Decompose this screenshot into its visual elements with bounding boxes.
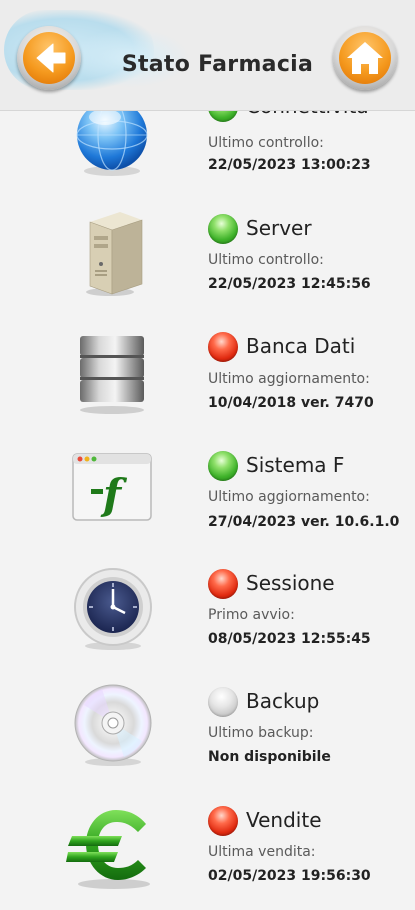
item-value: Non disponibile [208, 749, 331, 765]
item-name: Server [246, 216, 312, 240]
home-icon [347, 42, 383, 74]
status-light [208, 569, 238, 599]
list-item-backup: Backup Ultimo backup: Non disponibile [0, 673, 415, 791]
database-icon [74, 330, 164, 420]
item-label: Ultimo controllo: [208, 252, 324, 268]
item-label: Ultima vendita: [208, 844, 316, 860]
item-value: 02/05/2023 19:56:30 [208, 868, 371, 884]
item-name: Sessione [246, 571, 335, 595]
item-label: Ultimo controllo: [208, 135, 324, 151]
item-value: 27/04/2023 ver. 10.6.1.0 [208, 514, 400, 530]
cd-icon [72, 683, 162, 773]
clock-icon [72, 567, 162, 657]
item-value: 22/05/2023 13:00:23 [208, 157, 371, 173]
item-label: Ultimo aggiornamento: [208, 489, 370, 505]
item-label: Primo avvio: [208, 607, 295, 623]
status-light [208, 806, 238, 836]
app-window-icon: f [70, 451, 160, 541]
list-item-sistema-f: f Sistema F Ultimo aggiornamento: 27/04/… [0, 437, 415, 555]
euro-icon [66, 802, 156, 892]
status-light [208, 214, 238, 244]
home-button[interactable] [333, 26, 397, 90]
status-list: Connettività Ultimo controllo: 22/05/202… [0, 0, 415, 900]
status-light [208, 451, 238, 481]
item-name: Sistema F [246, 453, 345, 477]
item-value: 10/04/2018 ver. 7470 [208, 395, 374, 411]
status-light [208, 332, 238, 362]
item-name: Vendite [246, 808, 322, 832]
item-label: Ultimo backup: [208, 725, 314, 741]
item-label: Ultimo aggiornamento: [208, 371, 370, 387]
server-icon [76, 208, 166, 298]
item-name: Backup [246, 689, 320, 713]
status-light [208, 687, 238, 717]
item-value: 22/05/2023 12:45:56 [208, 276, 371, 292]
list-item-server: Server Ultimo controllo: 22/05/2023 12:4… [0, 200, 415, 318]
item-value: 08/05/2023 12:55:45 [208, 631, 371, 647]
list-item-sessione: Sessione Primo avvio: 08/05/2023 12:55:4… [0, 555, 415, 673]
app-header: Stato Farmacia [0, 0, 415, 111]
item-name: Banca Dati [246, 334, 356, 358]
list-item-vendite: Vendite Ultima vendita: 02/05/2023 19:56… [0, 792, 415, 910]
list-item-banca-dati: Banca Dati Ultimo aggiornamento: 10/04/2… [0, 318, 415, 436]
